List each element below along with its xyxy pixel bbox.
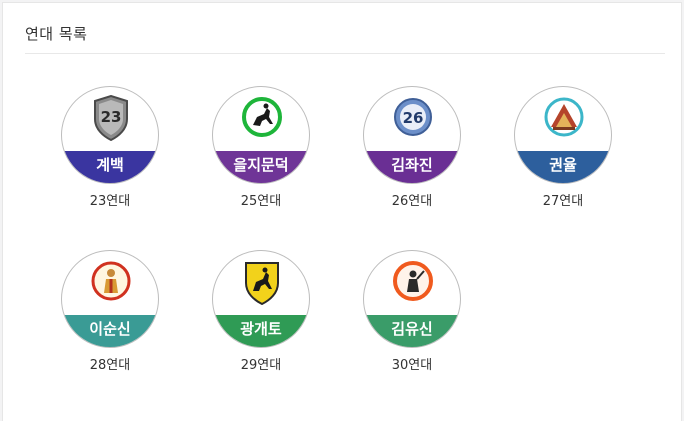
title-divider	[25, 53, 665, 54]
regiment-emblem-circle[interactable]: 권율	[514, 86, 612, 184]
regiment-name-band: 이순신	[62, 315, 158, 347]
regiment-name: 이순신	[89, 320, 131, 338]
regiment-label: 27연대	[542, 194, 584, 209]
regiment-emblem-circle[interactable]: 26 김좌진	[363, 86, 461, 184]
svg-text:23: 23	[101, 108, 122, 126]
regiment-emblem-circle[interactable]: 을지문덕	[212, 86, 310, 184]
regiment-label: 26연대	[391, 194, 433, 209]
regiment-name-band: 광개토	[213, 315, 309, 347]
svg-text:26: 26	[403, 109, 424, 127]
horseman-yellow-shield-icon	[245, 262, 279, 305]
regiment-name: 김유신	[391, 320, 433, 338]
regiment-name-band: 권율	[515, 151, 611, 183]
regiment-card[interactable]: 권율 27연대	[508, 86, 618, 209]
regiment-name: 계백	[96, 156, 124, 174]
regiment-list-panel: 연대 목록 23 계백 23연대 을지문덕 25연대 26 김좌진 26연대 권…	[2, 2, 682, 421]
regiment-card[interactable]: 23 계백 23연대	[55, 86, 165, 209]
regiment-emblem-circle[interactable]: 광개토	[212, 250, 310, 348]
regiment-card[interactable]: 김유신 30연대	[357, 250, 467, 373]
regiment-card[interactable]: 을지문덕 25연대	[206, 86, 316, 209]
general-orange-icon	[393, 261, 433, 301]
regiment-label: 29연대	[240, 358, 282, 373]
regiment-name-band: 을지문덕	[213, 151, 309, 183]
shield-23-icon: 23	[94, 95, 128, 141]
mountain-fortress-icon	[544, 97, 584, 137]
regiment-name-band: 계백	[62, 151, 158, 183]
regiment-name-band: 김좌진	[364, 151, 460, 183]
regiment-emblem-circle[interactable]: 이순신	[61, 250, 159, 348]
badge-26-icon: 26	[394, 98, 432, 136]
regiment-card[interactable]: 광개토 29연대	[206, 250, 316, 373]
section-title: 연대 목록	[25, 25, 88, 43]
horseman-green-icon	[242, 97, 282, 137]
regiment-name: 김좌진	[391, 156, 433, 174]
regiment-name-band: 김유신	[364, 315, 460, 347]
regiment-name: 광개토	[240, 320, 282, 338]
regiment-emblem-circle[interactable]: 김유신	[363, 250, 461, 348]
regiment-name: 권율	[549, 156, 577, 174]
regiment-emblem-circle[interactable]: 23 계백	[61, 86, 159, 184]
regiment-label: 30연대	[391, 358, 433, 373]
regiment-label: 25연대	[240, 194, 282, 209]
regiment-card[interactable]: 26 김좌진 26연대	[357, 86, 467, 209]
regiment-card[interactable]: 이순신 28연대	[55, 250, 165, 373]
admiral-red-icon	[91, 261, 131, 301]
regiment-label: 23연대	[89, 194, 131, 209]
regiment-name: 을지문덕	[233, 156, 289, 174]
regiment-label: 28연대	[89, 358, 131, 373]
